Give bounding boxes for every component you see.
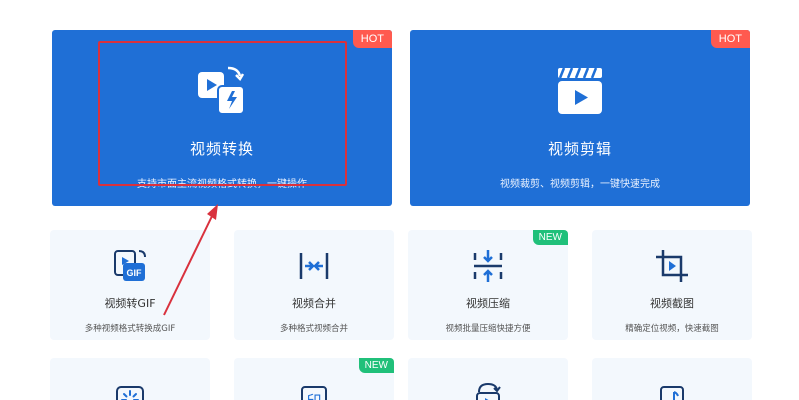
tool-desc: 多种格式视频合并	[279, 324, 348, 334]
crop-play-icon	[656, 250, 688, 282]
new-badge: NEW	[358, 358, 394, 373]
rotate-play-icon	[476, 382, 501, 400]
tool-tile-row3-2[interactable]: NEW 印	[234, 358, 394, 400]
tool-title: 视频截图	[650, 297, 694, 310]
merge-icon	[299, 253, 329, 279]
tool-desc: 多种视频格式转换成GIF	[84, 324, 176, 334]
tool-title: 视频合并	[292, 297, 336, 310]
tool-tile-video-to-gif[interactable]: GIF 视频转GIF 多种视频格式转换成GIF	[50, 230, 210, 340]
tool-tile-video-merge[interactable]: 视频合并 多种格式视频合并	[234, 230, 394, 340]
tool-desc: 精确定位视频，快速截图	[625, 324, 719, 334]
feature-card-video-edit[interactable]: HOT 视频剪辑 视频裁剪、视频剪辑，一键快速完成	[410, 30, 750, 206]
tool-tile-video-compress[interactable]: NEW 视频压缩 视频批量压缩快捷方便	[408, 230, 568, 340]
feature-desc: 视频裁剪、视频剪辑，一键快速完成	[500, 179, 660, 190]
music-file-icon	[660, 386, 684, 400]
svg-text:GIF: GIF	[127, 268, 143, 278]
gif-icon: GIF	[114, 250, 146, 281]
tool-tile-row3-1[interactable]	[50, 358, 210, 400]
hot-badge: HOT	[352, 30, 392, 48]
tool-desc: 视频批量压缩快捷方便	[445, 324, 531, 334]
stamp-glyph: 印	[306, 392, 321, 400]
tool-title: 视频压缩	[466, 297, 510, 310]
stamp-icon: 印	[301, 386, 327, 400]
tool-tile-video-screenshot[interactable]: 视频截图 精确定位视频，快速截图	[592, 230, 752, 340]
tool-tile-row3-4[interactable]	[592, 358, 752, 400]
compress-icon	[473, 250, 503, 282]
hot-badge: HOT	[710, 30, 750, 48]
tool-title: 视频转GIF	[104, 297, 156, 310]
tool-tile-row3-3[interactable]	[408, 358, 568, 400]
loading-icon	[116, 386, 144, 400]
new-badge: NEW	[532, 230, 568, 245]
feature-title: 视频剪辑	[547, 140, 612, 158]
clapperboard-icon	[558, 67, 602, 114]
highlight-annotation-box	[98, 41, 347, 186]
